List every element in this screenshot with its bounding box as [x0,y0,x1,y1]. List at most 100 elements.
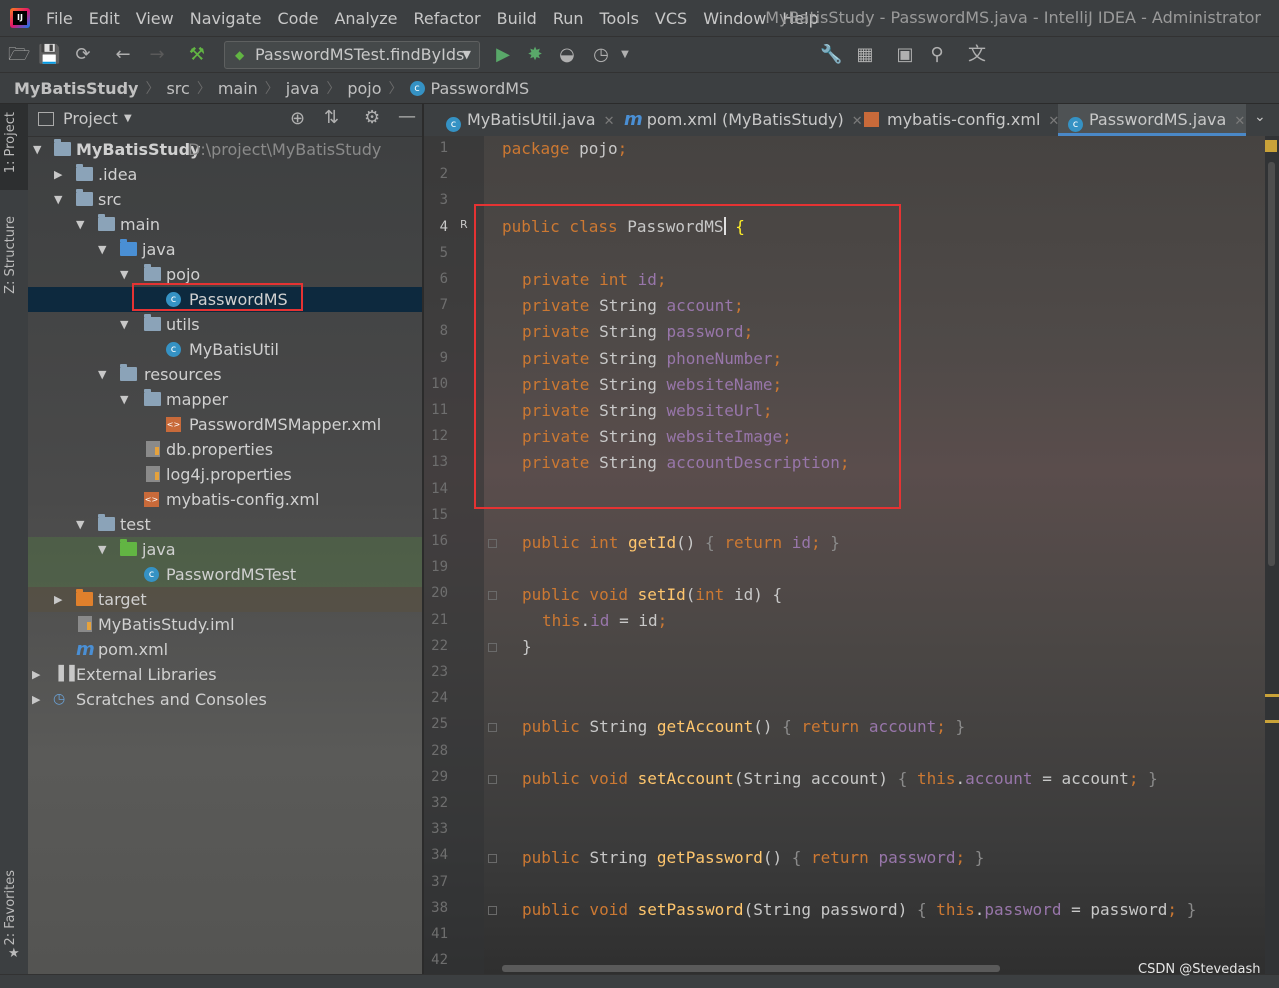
tree-node-test[interactable]: ▼ test [28,512,422,537]
chevron-down-icon[interactable]: ▼ [124,113,132,124]
close-icon[interactable]: ✕ [852,114,863,129]
tab-project[interactable]: 1: Project [3,112,18,173]
tree-node-mapper-xml[interactable]: <> PasswordMSMapper.xml [28,412,422,437]
fold-marker-icon[interactable] [488,775,497,784]
vertical-scrollbar[interactable] [1268,162,1275,566]
tree-node-java-test[interactable]: ▼ java [28,537,422,562]
back-arrow-icon[interactable]: ← [112,44,134,66]
expand-arrow-icon[interactable]: ▼ [98,537,106,562]
breadcrumb-class[interactable]: PasswordMS [431,79,530,98]
tab-mybatis-config[interactable]: mybatis-config.xml ✕ [864,104,1060,136]
breadcrumb-project[interactable]: MyBatisStudy [14,79,138,98]
gear-icon[interactable]: ⚙ [364,107,380,128]
tab-structure[interactable]: Z: Structure [3,216,18,294]
open-folder-icon[interactable]: 🗁 [8,44,30,66]
fold-marker-icon[interactable] [488,723,497,732]
collapsed-arrow-icon[interactable]: ▶ [54,162,62,187]
tree-node-mybatis-config[interactable]: <> mybatis-config.xml [28,487,422,512]
collapsed-arrow-icon[interactable]: ▶ [54,587,62,612]
warning-marker[interactable] [1265,720,1279,723]
breadcrumb-main[interactable]: main [218,79,258,98]
tree-node-idea[interactable]: ▶ .idea [28,162,422,187]
fold-marker-icon[interactable] [488,643,497,652]
expand-arrow-icon[interactable]: ▼ [54,187,62,212]
profile-icon[interactable]: ◷ [590,44,612,66]
menu-file[interactable]: File [38,9,81,28]
expand-arrow-icon[interactable]: ▼ [120,312,128,337]
project-structure-icon[interactable]: ▦ [854,44,876,66]
menu-view[interactable]: View [128,9,182,28]
fold-marker-icon[interactable] [488,591,497,600]
tree-node-passwordmstest[interactable]: c PasswordMSTest [28,562,422,587]
save-icon[interactable]: 💾 [38,44,60,66]
inspection-status-icon[interactable] [1265,140,1277,152]
implements-gutter-icon[interactable]: R [460,218,468,231]
menu-build[interactable]: Build [489,9,545,28]
tab-overflow-chevron-icon[interactable]: ⌄ [1254,109,1266,125]
tree-node-utils[interactable]: ▼ utils [28,312,422,337]
tree-node-scratches[interactable]: ▶ ◷ Scratches and Consoles [28,687,422,712]
collapsed-arrow-icon[interactable]: ▶ [32,662,40,687]
expand-arrow-icon[interactable]: ▼ [76,512,84,537]
translate-icon[interactable]: 文 [966,44,988,66]
fold-marker-icon[interactable] [488,539,497,548]
tree-node-java-main[interactable]: ▼ java [28,237,422,262]
menu-analyze[interactable]: Analyze [326,9,405,28]
expand-arrow-icon[interactable]: ▼ [98,237,106,262]
breadcrumb-pojo[interactable]: pojo [347,79,381,98]
tree-node-mapper[interactable]: ▼ mapper [28,387,422,412]
search-icon[interactable]: ⚲ [926,44,948,66]
expand-arrow-icon[interactable]: ▼ [120,262,128,287]
wrench-settings-icon[interactable]: 🔧 [820,44,842,66]
menu-navigate[interactable]: Navigate [182,9,270,28]
expand-arrow-icon[interactable]: ▼ [33,137,41,162]
collapse-all-icon[interactable]: ⇅ [324,107,339,128]
breadcrumb-src[interactable]: src [166,79,189,98]
tree-node-src[interactable]: ▼ src [28,187,422,212]
menu-window[interactable]: Window [695,9,774,28]
close-icon[interactable]: ✕ [1234,114,1245,129]
fold-marker-icon[interactable] [488,906,497,915]
tab-passwordms[interactable]: c PasswordMS.java ✕ [1058,104,1246,136]
expand-arrow-icon[interactable]: ▼ [76,212,84,237]
tree-node-external-libraries[interactable]: ▶ ▐▐ External Libraries [28,662,422,687]
forward-arrow-icon[interactable]: → [146,44,168,66]
collapsed-arrow-icon[interactable]: ▶ [32,687,40,712]
tree-node-target[interactable]: ▶ target [28,587,422,612]
menu-vcs[interactable]: VCS [647,9,695,28]
run-configuration-select[interactable]: ◆ PasswordMSTest.findByIds ▼ [224,41,480,69]
breadcrumb-java[interactable]: java [286,79,320,98]
horizontal-scrollbar[interactable] [502,965,1000,972]
menu-run[interactable]: Run [545,9,592,28]
tree-node-main[interactable]: ▼ main [28,212,422,237]
tree-node-iml[interactable]: MyBatisStudy.iml [28,612,422,637]
expand-arrow-icon[interactable]: ▼ [120,387,128,412]
tree-node-db-properties[interactable]: db.properties [28,437,422,462]
menu-refactor[interactable]: Refactor [406,9,489,28]
tab-pom[interactable]: m pom.xml (MyBatisStudy) ✕ [624,104,863,136]
terminal-window-icon[interactable]: ▣ [894,44,916,66]
tree-node-project-root[interactable]: ▼ MyBatisStudy D:\project\MyBatisStudy [28,137,422,162]
menu-code[interactable]: Code [270,9,327,28]
close-icon[interactable]: ✕ [604,114,615,129]
debug-bug-icon[interactable]: ✸ [524,44,546,66]
tree-node-resources[interactable]: ▼ resources [28,362,422,387]
tree-node-mybatisutil[interactable]: c MyBatisUtil [28,337,422,362]
tree-node-log4j-properties[interactable]: log4j.properties [28,462,422,487]
run-icon[interactable]: ▶ [492,44,514,66]
hide-panel-icon[interactable]: — [398,106,416,127]
profile-dropdown-icon[interactable]: ▼ [614,44,636,66]
code-editor[interactable]: 1 2 3 4 5 6 7 8 9 10 11 12 13 14 15 16 19 20 21 22 23 24 25 28 2… [424,136,1265,974]
locate-target-icon[interactable]: ⊕ [290,108,305,129]
fold-marker-icon[interactable] [488,854,497,863]
tab-mybatisutil[interactable]: c MyBatisUtil.java ✕ [446,104,622,136]
tree-node-pom[interactable]: m pom.xml [28,637,422,662]
warning-marker[interactable] [1265,694,1279,697]
menu-tools[interactable]: Tools [592,9,647,28]
build-hammer-icon[interactable]: ⚒ [186,44,208,66]
tab-favorites[interactable]: 2: Favorites [3,870,18,946]
sync-icon[interactable]: ⟳ [72,44,94,66]
expand-arrow-icon[interactable]: ▼ [98,362,106,387]
coverage-icon[interactable]: ◒ [556,44,578,66]
menu-edit[interactable]: Edit [81,9,128,28]
